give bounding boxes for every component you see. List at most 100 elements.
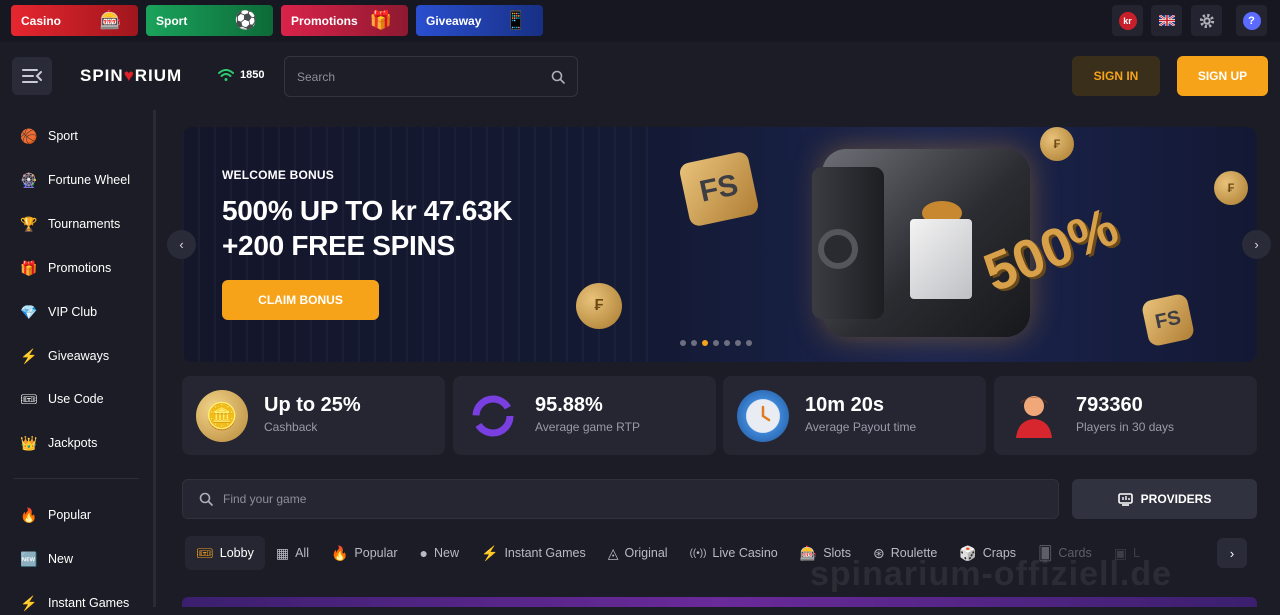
sign-up-button[interactable]: SIGN UP [1177,56,1268,96]
coin-icon: ₣ [576,283,622,329]
coins-icon: 🪙 [196,390,248,442]
carousel-next-button[interactable]: › [1242,230,1271,259]
settings-button[interactable] [1191,5,1222,36]
menu-toggle-button[interactable] [12,57,52,95]
diamond-icon: 💎 [20,303,38,320]
tab-lobby[interactable]: 🎟 Lobby [185,536,265,570]
tab-label: Live Casino [712,546,778,560]
player-icon [1008,390,1060,442]
logo-prefix: SPIN [80,66,124,85]
language-button[interactable] [1151,5,1182,36]
online-count: 1850 [240,69,265,81]
header: SPIN♥RIUM 1850 SIGN IN SIGN UP [0,42,1280,110]
sidebar-item-vip-club[interactable]: 💎 VIP Club [18,300,97,324]
sidebar-item-jackpots[interactable]: 👑 Jackpots [18,431,97,455]
tab-popular[interactable]: 🔥 Popular [320,536,409,570]
new-icon: 🆕 [20,550,38,567]
sidebar-item-label: Use Code [48,392,104,406]
stat-card-rtp: 95.88% Average game RTP [453,376,716,455]
grid-icon: ▦ [275,544,290,561]
tab-live-casino[interactable]: ((•)) Live Casino [679,536,789,570]
currency-label: kr [1118,11,1137,30]
tab-all[interactable]: ▦ All [265,536,320,570]
sidebar-item-use-code[interactable]: 🎟 Use Code [18,387,104,411]
game-row-preview-strip [182,597,1257,607]
sidebar-item-new[interactable]: 🆕 New [18,547,73,571]
clock-icon [737,390,789,442]
game-search-bar[interactable] [182,479,1059,519]
help-button[interactable]: ? [1236,5,1267,36]
basketball-icon: 🏀 [20,127,38,144]
currency-button[interactable]: kr [1112,5,1143,36]
carousel-dot[interactable] [746,340,752,346]
sidebar-item-sport[interactable]: 🏀 Sport [18,124,78,148]
sidebar-item-instant-games[interactable]: ⚡ Instant Games [18,591,129,615]
tab-casino[interactable]: Casino 🎰 [11,5,138,36]
flame-icon: 🔥 [330,544,349,561]
carousel-dots [680,340,752,346]
carousel-dot[interactable] [724,340,730,346]
tab-instant-games[interactable]: ⚡ Instant Games [470,536,597,570]
sidebar-item-popular[interactable]: 🔥 Popular [18,503,91,527]
carousel-prev-button[interactable]: ‹ [167,230,196,259]
free-spins-tile-icon: FS [678,150,760,228]
broadcast-icon: ((•)) [689,547,707,559]
providers-button[interactable]: PROVIDERS [1072,479,1257,519]
sidebar-item-tournaments[interactable]: 🏆 Tournaments [18,212,120,236]
search-input[interactable] [297,69,517,84]
lightning-icon: ⚡ [20,594,38,611]
tab-sport-label: Sport [156,13,188,28]
banner-headline: 500% UP TO kr 47.63K +200 FREE SPINS [222,193,513,263]
sidebar-item-fortune-wheel[interactable]: 🎡 Fortune Wheel [18,168,130,192]
stat-value: 793360 [1076,394,1143,416]
sidebar-item-label: Popular [48,508,92,522]
claim-bonus-button[interactable]: CLAIM BONUS [222,280,379,320]
tab-label: Original [624,546,668,560]
chevron-right-icon: › [1229,545,1235,561]
stat-card-cashback: 🪙 Up to 25% Cashback [182,376,445,455]
site-logo[interactable]: SPIN♥RIUM [80,66,182,86]
lobby-icon: 🎟 [196,544,214,561]
stat-value: 10m 20s [805,394,884,416]
stat-value: Up to 25% [264,394,361,416]
stat-card-players: 793360 Players in 30 days [994,376,1257,455]
free-spins-tile-small-icon: FS [1140,292,1196,348]
welcome-bonus-banner[interactable]: WELCOME BONUS 500% UP TO kr 47.63K +200 … [182,127,1257,362]
clock-hands [761,405,771,422]
providers-label: PROVIDERS [1140,492,1212,506]
ticket-icon: 🎟 [20,390,38,407]
tab-label: All [295,546,309,560]
search-bar[interactable] [284,56,578,97]
search-icon[interactable] [551,70,565,84]
refresh-icon [467,390,519,442]
gear-icon [1199,13,1214,28]
tab-promotions[interactable]: Promotions 🎁 [281,5,408,36]
stat-label: Players in 30 days [1076,420,1175,434]
tab-giveaway[interactable]: Giveaway 📱 [416,5,543,36]
carousel-dot[interactable] [713,340,719,346]
stat-value: 95.88% [535,394,603,416]
banner-headline-line2: +200 FREE SPINS [222,230,455,261]
game-search-input[interactable] [223,492,923,506]
tab-new[interactable]: ● New [409,536,470,570]
carousel-dot[interactable] [691,340,697,346]
chevron-left-icon: ‹ [179,237,184,252]
carousel-dot[interactable] [680,340,686,346]
categories-scroll-right-button[interactable]: › [1217,538,1247,568]
slot-machine-icon: 🎰 [99,10,123,30]
sidebar-item-giveaways[interactable]: ⚡ Giveaways [18,344,109,368]
tab-original[interactable]: ◬ Original [597,536,679,570]
tab-casino-label: Casino [21,13,62,28]
new-icon: ● [419,545,428,561]
sidebar-item-promotions[interactable]: 🎁 Promotions [18,256,111,280]
sidebar-item-label: Promotions [48,261,112,275]
carousel-dot-active[interactable] [702,340,708,346]
coin-icon: ₣ [1040,127,1074,161]
sidebar-divider [14,478,139,479]
carousel-dot[interactable] [735,340,741,346]
sign-in-button[interactable]: SIGN IN [1072,56,1160,96]
sidebar-item-label: Jackpots [48,436,98,450]
player-avatar-graphic [1016,396,1052,438]
logo-heart-icon: ♥ [123,66,135,85]
tab-sport[interactable]: Sport ⚽ [146,5,273,36]
